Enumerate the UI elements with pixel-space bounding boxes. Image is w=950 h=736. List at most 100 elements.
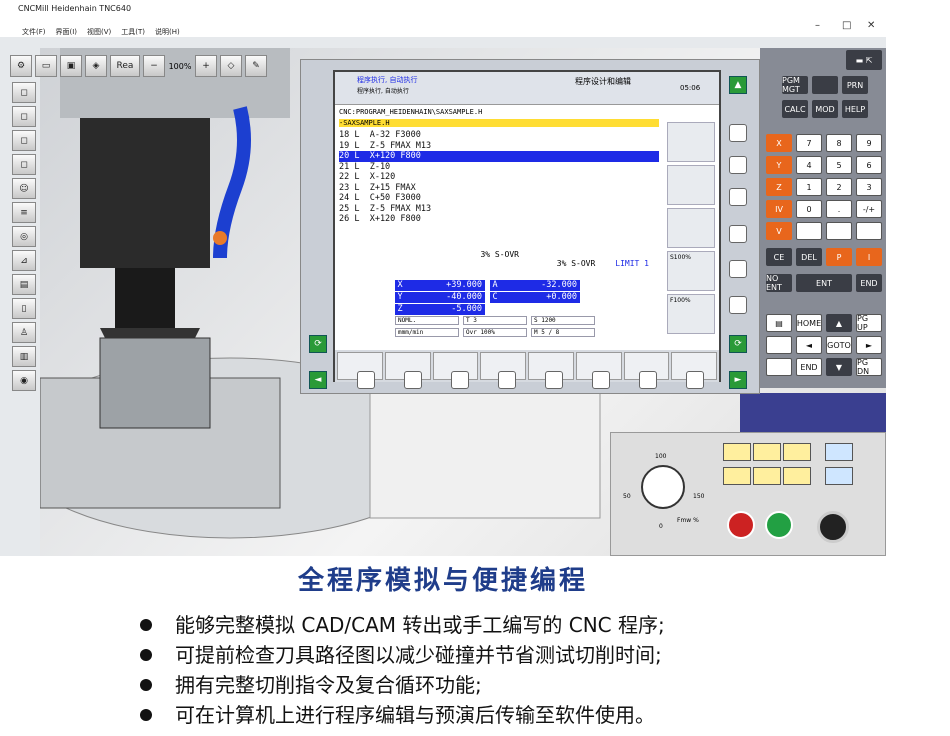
program-mode-button[interactable] bbox=[723, 467, 751, 485]
key-no-ent[interactable]: NO ENT bbox=[766, 274, 792, 292]
key-home[interactable]: HOME bbox=[796, 314, 822, 332]
hw-softkey-3[interactable] bbox=[451, 371, 469, 389]
key-blank[interactable] bbox=[812, 76, 838, 94]
hw-softkey-2[interactable] bbox=[404, 371, 422, 389]
softkey-prev[interactable]: ◄ bbox=[309, 371, 327, 389]
person-icon[interactable]: ♙ bbox=[12, 322, 36, 343]
speed-increase-button[interactable]: + bbox=[195, 55, 217, 77]
measure-icon[interactable]: ⊿ bbox=[12, 250, 36, 271]
hw-softkey-5[interactable] bbox=[545, 371, 563, 389]
view-top-icon[interactable]: ◻ bbox=[12, 154, 36, 175]
edit-icon[interactable]: ✎ bbox=[245, 55, 267, 77]
softkey-next[interactable]: ► bbox=[729, 371, 747, 389]
chuck-icon[interactable]: ◎ bbox=[12, 226, 36, 247]
clamp-icon[interactable]: ≡ bbox=[12, 202, 36, 223]
key-end[interactable]: END bbox=[856, 274, 882, 292]
program-line[interactable]: 25 L Z-5 FMAX M13 bbox=[339, 204, 659, 215]
vert-softkey-5[interactable] bbox=[729, 260, 747, 278]
key-axis-0[interactable]: X bbox=[766, 134, 792, 152]
hw-softkey-8[interactable] bbox=[686, 371, 704, 389]
key-digit[interactable]: 4 bbox=[796, 156, 822, 174]
hw-softkey-6[interactable] bbox=[592, 371, 610, 389]
vert-softkey-3[interactable] bbox=[729, 188, 747, 206]
menu-help[interactable]: 说明(H) bbox=[155, 27, 180, 37]
key-axis-3[interactable]: IV bbox=[766, 200, 792, 218]
cycle-stop-button[interactable] bbox=[727, 511, 755, 539]
vert-softkey-2[interactable] bbox=[729, 156, 747, 174]
key-up[interactable]: ▲ bbox=[826, 314, 852, 332]
spindle-key-switch[interactable] bbox=[817, 511, 849, 543]
mode-button[interactable]: Rea bbox=[110, 55, 140, 77]
key-right[interactable]: ► bbox=[856, 336, 882, 354]
key-blank-3[interactable] bbox=[766, 358, 792, 376]
key-digit[interactable]: 5 bbox=[826, 156, 852, 174]
key-digit[interactable]: 3 bbox=[856, 178, 882, 196]
cube-icon[interactable]: ◇ bbox=[220, 55, 242, 77]
key-pgup[interactable]: PG UP bbox=[856, 314, 882, 332]
tool-icon[interactable]: ▭ bbox=[35, 55, 57, 77]
view-side-icon[interactable]: ◻ bbox=[12, 130, 36, 151]
view-iso-icon[interactable]: ◻ bbox=[12, 82, 36, 103]
key-edit-13[interactable] bbox=[826, 222, 852, 240]
key-blank-2[interactable] bbox=[766, 336, 792, 354]
menu-view[interactable]: 视图(V) bbox=[87, 27, 111, 37]
key-calc[interactable]: CALC bbox=[782, 100, 808, 118]
probe-icon[interactable]: ◉ bbox=[12, 370, 36, 391]
operator-icon[interactable]: ☺ bbox=[12, 178, 36, 199]
speed-decrease-button[interactable]: − bbox=[143, 55, 165, 77]
key-goto[interactable]: GOTO bbox=[826, 336, 852, 354]
key-digit[interactable]: 7 bbox=[796, 134, 822, 152]
minimize-button[interactable]: – bbox=[815, 20, 820, 31]
key-menu[interactable]: ▤ bbox=[766, 314, 792, 332]
vert-softkey-6[interactable] bbox=[729, 296, 747, 314]
vert-softkey-4[interactable] bbox=[729, 225, 747, 243]
key-pgdn[interactable]: PG DN bbox=[856, 358, 882, 376]
auto-run-button[interactable] bbox=[783, 467, 811, 485]
key-axis-1[interactable]: Y bbox=[766, 156, 792, 174]
section-icon[interactable]: ▤ bbox=[12, 274, 36, 295]
key-digit[interactable]: . bbox=[826, 200, 852, 218]
key-digit[interactable]: 6 bbox=[856, 156, 882, 174]
key-ce[interactable]: CE bbox=[766, 248, 792, 266]
key-digit[interactable]: 0 bbox=[796, 200, 822, 218]
menu-tools[interactable]: 工具(T) bbox=[121, 27, 145, 37]
view-icon[interactable]: ◈ bbox=[85, 55, 107, 77]
program-line[interactable]: 26 L X+120 F800 bbox=[339, 214, 659, 225]
panel-minimize-icon[interactable]: ▬ ⇱ bbox=[846, 50, 882, 70]
program-line[interactable]: 24 L C+50 F3000 bbox=[339, 193, 659, 204]
blank-blue-button[interactable] bbox=[825, 467, 853, 485]
key-help[interactable]: HELP bbox=[842, 100, 868, 118]
key-ent[interactable]: ENT bbox=[796, 274, 852, 292]
key-digit[interactable]: 9 bbox=[856, 134, 882, 152]
program-line[interactable]: 23 L Z+15 FMAX bbox=[339, 183, 659, 194]
key-left[interactable]: ◄ bbox=[796, 336, 822, 354]
blank-mode-button[interactable] bbox=[783, 443, 811, 461]
single-block-button[interactable] bbox=[753, 467, 781, 485]
door-icon[interactable]: ▯ bbox=[12, 298, 36, 319]
key-digit[interactable]: 2 bbox=[826, 178, 852, 196]
program-line[interactable]: 18 L A-32 F3000 bbox=[339, 130, 659, 141]
manual-mode-button[interactable] bbox=[723, 443, 751, 461]
key-edit-14[interactable] bbox=[856, 222, 882, 240]
hw-softkey-7[interactable] bbox=[639, 371, 657, 389]
key-p[interactable]: P bbox=[826, 248, 852, 266]
maximize-button[interactable]: □ bbox=[842, 20, 851, 31]
open-icon[interactable]: ⚙ bbox=[10, 55, 32, 77]
menu-file[interactable]: 文件(F) bbox=[22, 27, 46, 37]
view-front-icon[interactable]: ◻ bbox=[12, 106, 36, 127]
handwheel-mode-button[interactable] bbox=[753, 443, 781, 461]
feed-override-dial[interactable] bbox=[641, 465, 685, 509]
close-button[interactable]: ✕ bbox=[867, 20, 875, 31]
key-digit[interactable]: -/+ bbox=[856, 200, 882, 218]
key-digit[interactable]: 1 bbox=[796, 178, 822, 196]
key-axis-2[interactable]: Z bbox=[766, 178, 792, 196]
program-line[interactable]: 19 L Z-5 FMAX M13 bbox=[339, 141, 659, 152]
cycle-start-button[interactable] bbox=[765, 511, 793, 539]
key-mod[interactable]: MOD bbox=[812, 100, 838, 118]
key-edit-12[interactable] bbox=[796, 222, 822, 240]
position-mode-button[interactable] bbox=[825, 443, 853, 461]
key-digit[interactable]: 8 bbox=[826, 134, 852, 152]
key-pgm-mgt[interactable]: PGM MGT bbox=[782, 76, 808, 94]
program-line[interactable]: 20 L X+120 F800 bbox=[339, 151, 659, 162]
key-down[interactable]: ▼ bbox=[826, 358, 852, 376]
